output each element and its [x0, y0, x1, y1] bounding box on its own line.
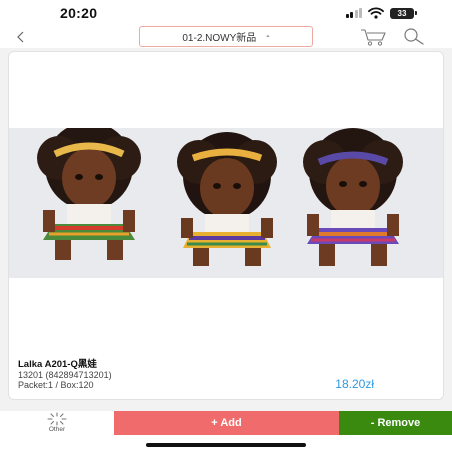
category-caret: -: [266, 31, 270, 42]
wifi-icon: [368, 7, 384, 19]
status-bar: 20:20 33: [0, 0, 452, 26]
search-button[interactable]: [402, 27, 426, 47]
home-indicator: [0, 435, 452, 452]
other-button[interactable]: Other: [0, 411, 114, 435]
product-name: Lalka A201-Q黑娃: [18, 359, 97, 370]
category-label: 01-2.NOWY新品: [182, 33, 257, 44]
product-packet: Packet:1 / Box:120: [18, 380, 94, 390]
sparkle-icon: [47, 412, 67, 426]
remove-button[interactable]: - Remove: [339, 411, 452, 435]
cart-icon: [361, 29, 386, 46]
cart-button[interactable]: [360, 27, 388, 47]
battery-icon: 33: [390, 7, 417, 19]
product-image: [9, 128, 443, 278]
action-bar: Other + Add - Remove: [0, 411, 452, 435]
status-time: 20:20: [60, 5, 98, 21]
nav-bar: 01-2.NOWY新品 -: [0, 26, 452, 48]
product-code: 13201 (842894713201): [18, 370, 112, 380]
search-icon: [404, 28, 424, 45]
back-button[interactable]: [12, 26, 32, 48]
chevron-left-icon: [17, 31, 24, 43]
other-label: Other: [48, 426, 66, 433]
status-icons: 33: [345, 7, 417, 19]
add-button[interactable]: + Add: [114, 411, 339, 435]
product-card[interactable]: Lalka A201-Q黑娃 13201 (842894713201) Pack…: [8, 51, 444, 400]
product-price: 18.20zł: [335, 377, 374, 391]
category-select[interactable]: 01-2.NOWY新品 -: [139, 26, 313, 47]
signal-icon: [345, 8, 362, 18]
